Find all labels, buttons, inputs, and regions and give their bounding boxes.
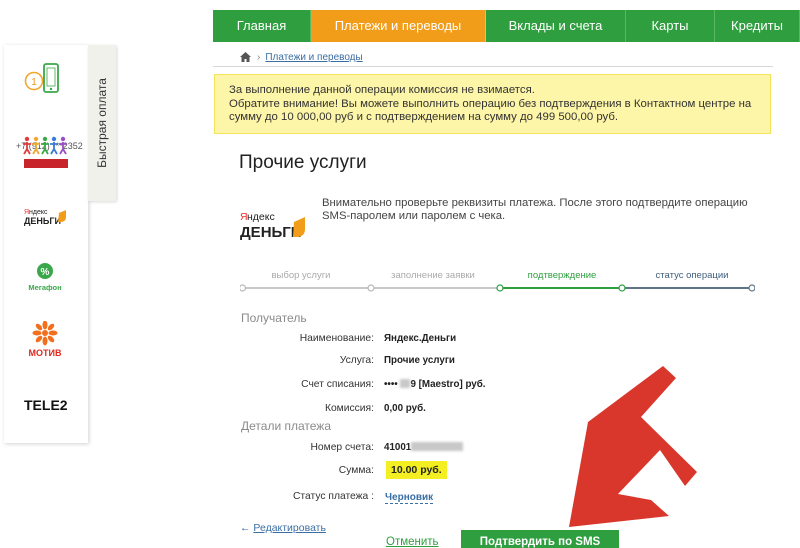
account-number-value: 41001 (384, 442, 464, 453)
step-operation-status: статус операции (655, 270, 729, 281)
main-nav: Главная Платежи и переводы Вклады и счет… (213, 10, 800, 42)
arrow-left-icon: ← (240, 522, 251, 534)
quick-pay-panel: 1 +7 (912) ***2352 Я ндекс ДЕНЬГИ % Мега… (4, 45, 88, 443)
notice-line-3: сумму до 10 000,00 руб и с подтверждение… (229, 111, 619, 123)
name-value: Яндекс.Деньги (384, 333, 457, 344)
megafon-logo-icon[interactable]: % Мегафон (22, 261, 68, 293)
svg-text:1: 1 (31, 77, 37, 88)
account-number-prefix: 41001 (384, 442, 412, 453)
tele2-logo-icon[interactable]: TELE2 (22, 395, 70, 415)
progress-track (240, 284, 755, 292)
edit-link[interactable]: ← Редактировать (240, 522, 326, 534)
commission-notice: За выполнение данной операции комиссия н… (214, 74, 771, 134)
masked-account-number (411, 442, 464, 451)
chevron-right-icon: › (257, 51, 261, 63)
sum-label: Сумма: (338, 465, 374, 476)
account-label: Счет списания: (301, 379, 374, 390)
motiv-logo-icon[interactable]: МОТИВ (22, 321, 68, 359)
breadcrumb-divider (213, 66, 773, 67)
notice-line-2: Обратите внимание! Вы можете выполнить о… (229, 97, 752, 110)
step-confirmation: подтверждение (527, 270, 597, 281)
svg-text:ндекс: ндекс (247, 211, 275, 223)
cancel-link[interactable]: Отменить (386, 536, 439, 548)
charity-logo-icon[interactable] (21, 133, 71, 173)
notice-line-1: За выполнение данной операции комиссия н… (229, 84, 535, 96)
details-section-label: Детали платежа (241, 419, 331, 433)
name-label: Наименование: (299, 333, 374, 344)
account-suffix: 9 [Maestro] руб. (410, 379, 486, 390)
edit-link-label: Редактировать (253, 522, 326, 534)
account-number-label: Номер счета: (310, 442, 374, 453)
motiv-label: МОТИВ (29, 348, 62, 358)
status-label: Статус платежа : (292, 491, 374, 502)
megafon-label: Мегафон (28, 283, 61, 292)
breadcrumb-link-payments[interactable]: Платежи и переводы (265, 52, 362, 63)
page-title: Прочие услуги (239, 152, 367, 173)
yandex-money-service-logo-icon: Я ндекс ДЕНЬГИ (240, 211, 305, 241)
recipient-section-label: Получатель (241, 311, 307, 325)
progress-steps: выбор услуги заполнение заявки подтвержд… (240, 270, 755, 294)
yandex-money-logo-icon[interactable]: Я ндекс ДЕНЬГИ (22, 205, 72, 231)
account-value: •••• 9 [Maestro] руб. (384, 379, 486, 390)
nav-item-home[interactable]: Главная (213, 10, 311, 42)
home-icon[interactable] (240, 52, 251, 62)
nav-item-cards[interactable]: Карты (626, 10, 715, 42)
svg-text:ДЕНЬГИ: ДЕНЬГИ (240, 224, 302, 241)
step-select-service: выбор услуги (271, 270, 331, 281)
status-draft-link[interactable]: Черновик (385, 492, 434, 504)
service-value: Прочие услуги (384, 355, 455, 366)
breadcrumb: › Платежи и переводы (240, 50, 363, 64)
svg-text:%: % (41, 267, 50, 278)
confirm-sms-button[interactable]: Подтвердить по SMS (461, 530, 619, 548)
mobile-payment-icon[interactable]: 1 (23, 63, 63, 95)
fee-value: 0,00 руб. (384, 403, 426, 414)
tele2-label: TELE2 (24, 397, 68, 413)
nav-item-payments[interactable]: Платежи и переводы (311, 10, 486, 42)
nav-item-credits[interactable]: Кредиты (715, 10, 800, 42)
svg-text:ндекс: ндекс (29, 209, 48, 216)
service-label: Услуга: (339, 355, 374, 366)
quick-pay-tab-label: Быстрая оплата (95, 78, 109, 168)
sum-value: 10.00 руб. (386, 461, 447, 479)
confirmation-description: Внимательно проверьте реквизиты платежа.… (322, 197, 748, 222)
fee-label: Комиссия: (324, 403, 374, 414)
nav-item-deposits[interactable]: Вклады и счета (486, 10, 626, 42)
masked-digits (400, 379, 411, 388)
svg-text:ДЕНЬГИ: ДЕНЬГИ (24, 216, 61, 226)
quick-pay-tab[interactable]: Быстрая оплата (88, 45, 116, 201)
step-fill-form: заполнение заявки (391, 270, 475, 281)
account-prefix: •••• (384, 379, 398, 390)
